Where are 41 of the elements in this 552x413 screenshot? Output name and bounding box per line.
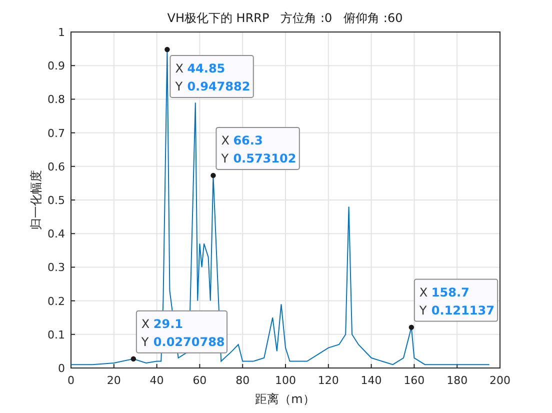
data-tip-y-name: Y xyxy=(175,80,183,94)
y-tick-label: 0.2 xyxy=(48,294,65,308)
x-tick-label: 200 xyxy=(490,374,510,387)
y-tick-label: 0.9 xyxy=(48,60,65,73)
data-tip-x-name: X xyxy=(221,133,230,148)
data-tip-x-name: X xyxy=(141,316,150,331)
data-tip-x-value: 158.7 xyxy=(431,285,470,300)
y-tick-label: 1 xyxy=(58,26,65,39)
y-tick-label: 0.6 xyxy=(48,160,65,174)
data-tip-x-name: X xyxy=(419,285,428,300)
x-tick-label: 180 xyxy=(446,374,468,387)
x-tick-label: 80 xyxy=(236,374,250,387)
x-tick-label: 20 xyxy=(106,374,121,387)
x-axis-label: 距离（m） xyxy=(255,392,315,406)
data-tip-y-value: 0.947882 xyxy=(187,80,250,94)
data-tip-x-value: 29.1 xyxy=(153,316,184,331)
x-tick-label: 100 xyxy=(275,374,296,387)
data-tip-y-value: 0.121137 xyxy=(431,303,494,318)
x-tick-label: 0 xyxy=(68,374,74,387)
y-tick-label: 0.5 xyxy=(48,194,65,207)
y-axis-label: 归一化幅度 xyxy=(29,170,43,230)
y-tick-label: 0.4 xyxy=(48,228,65,241)
data-tip-x-value: 66.3 xyxy=(233,133,263,148)
x-tick-label: 160 xyxy=(404,374,425,387)
y-tick-label: 0.7 xyxy=(48,126,65,140)
x-tick-label: 140 xyxy=(360,374,382,387)
data-tip-y-value: 0.573102 xyxy=(233,151,296,166)
data-tip-y-value: 0.0270788 xyxy=(153,334,225,349)
y-tick-label: 0.8 xyxy=(48,93,65,106)
data-tip-y-name: Y xyxy=(141,334,149,349)
x-tick-label: 40 xyxy=(150,374,164,387)
data-tip-y-name: Y xyxy=(419,303,427,318)
y-tick-label: 0.1 xyxy=(48,328,65,342)
data-tip-x-value: 44.85 xyxy=(187,62,226,76)
y-tick-label: 0.3 xyxy=(48,261,65,274)
y-tick-label: 0 xyxy=(58,362,65,375)
x-tick-label: 120 xyxy=(318,374,339,387)
data-tip-y-name: Y xyxy=(221,151,229,166)
data-tip-x-name: X xyxy=(175,62,184,76)
chart-title: VH极化下的 HRRP 方位角 :0 俯仰角 :60 xyxy=(167,11,403,25)
x-tick-label: 60 xyxy=(192,374,207,387)
